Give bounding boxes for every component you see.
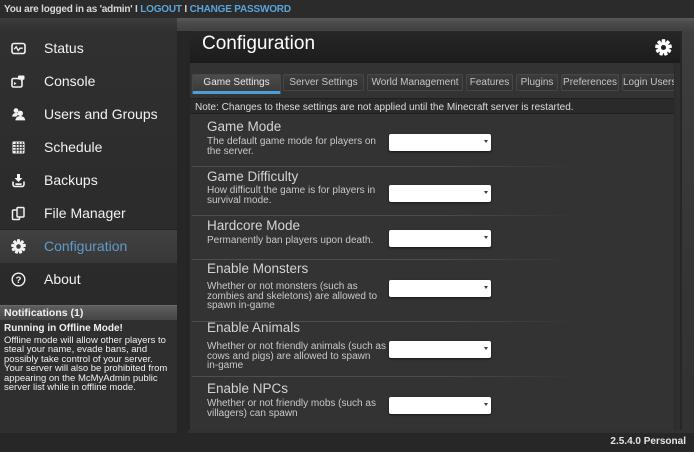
- svg-text:?: ?: [16, 275, 22, 286]
